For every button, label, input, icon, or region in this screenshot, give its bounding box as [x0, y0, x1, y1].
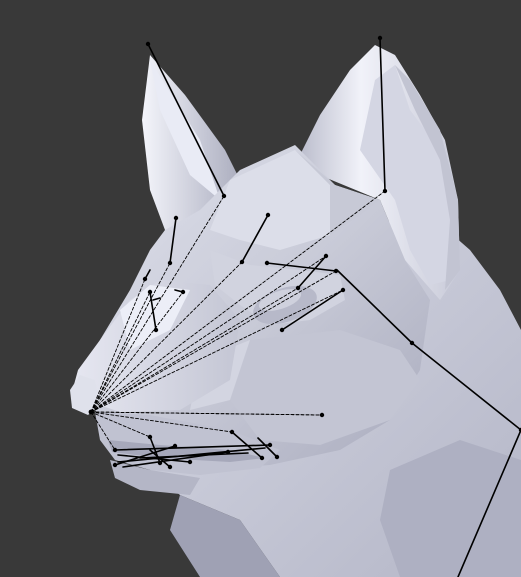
viewport-canvas[interactable] [0, 0, 521, 577]
wolf-head-mesh[interactable] [70, 45, 521, 577]
3d-viewport[interactable] [0, 0, 521, 577]
